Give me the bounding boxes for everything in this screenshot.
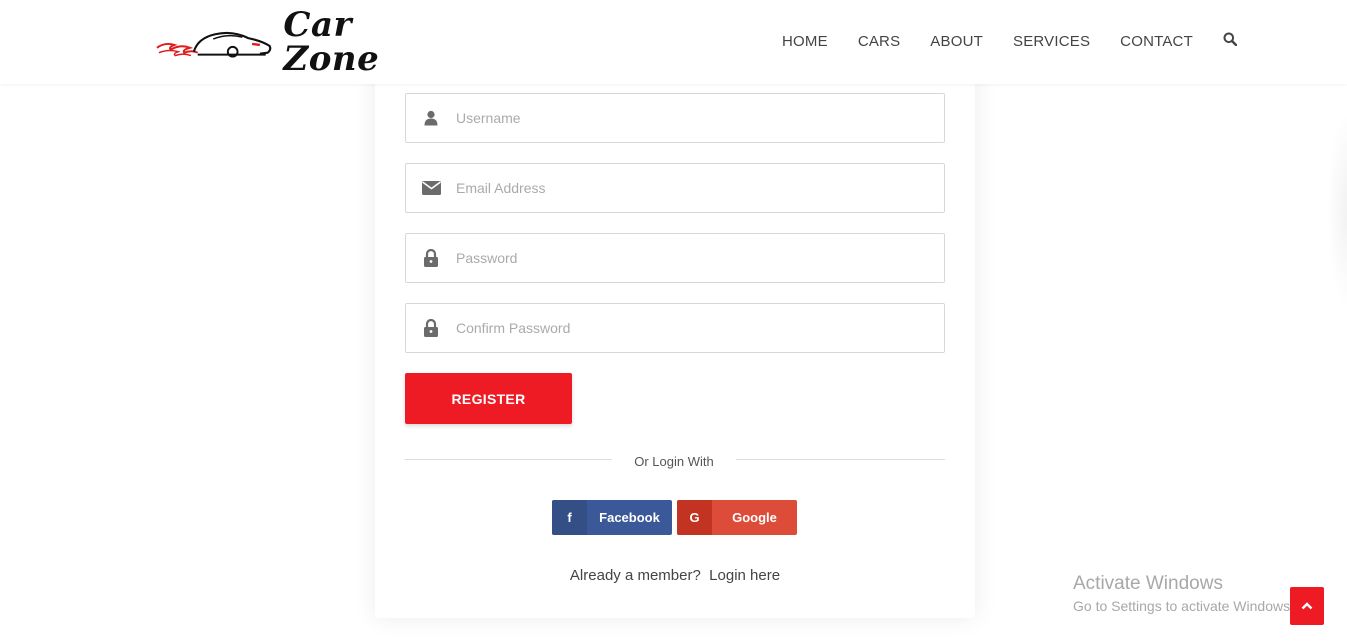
google-icon: G — [677, 500, 712, 535]
nav-home[interactable]: HOME — [782, 33, 828, 50]
lock-icon — [406, 304, 456, 352]
main-nav: HOME CARS ABOUT SERVICES CONTACT — [782, 31, 1238, 51]
register-button[interactable]: REGISTER — [405, 373, 572, 424]
password-input[interactable] — [456, 235, 944, 281]
activate-windows-watermark: Activate Windows Go to Settings to activ… — [1073, 573, 1294, 614]
username-field[interactable] — [405, 93, 945, 143]
password-field[interactable] — [405, 233, 945, 283]
facebook-icon: f — [552, 500, 587, 535]
nav-cars[interactable]: CARS — [858, 33, 900, 50]
nav-about[interactable]: ABOUT — [930, 33, 983, 50]
nav-services[interactable]: SERVICES — [1013, 33, 1090, 50]
car-flame-logo-icon — [156, 31, 272, 58]
brand-name: Car Zone — [283, 5, 380, 79]
brand-logo[interactable]: Car Zone — [155, 8, 455, 76]
edge-shadow — [1327, 110, 1347, 310]
or-login-with-label: Or Login With — [634, 454, 714, 469]
google-login-button[interactable]: G Google — [677, 500, 797, 535]
divider-right — [736, 459, 945, 460]
facebook-login-button[interactable]: f Facebook — [552, 500, 672, 535]
login-here-link[interactable]: Login here — [709, 567, 780, 584]
user-icon — [406, 94, 456, 142]
nav-contact[interactable]: CONTACT — [1120, 33, 1193, 50]
site-header: Car Zone HOME CARS ABOUT SERVICES CONTAC… — [0, 0, 1347, 84]
email-field[interactable] — [405, 163, 945, 213]
envelope-icon — [406, 164, 456, 212]
username-input[interactable] — [456, 95, 944, 141]
chevron-up-icon — [1301, 602, 1313, 610]
lock-icon — [406, 234, 456, 282]
watermark-subtitle: Go to Settings to activate Windows. — [1073, 598, 1294, 614]
search-icon[interactable] — [1223, 32, 1238, 51]
facebook-label: Facebook — [599, 510, 660, 525]
divider-left — [405, 459, 612, 460]
confirm-password-field[interactable] — [405, 303, 945, 353]
already-member-prefix: Already a member? — [569, 567, 701, 584]
scroll-to-top-button[interactable] — [1290, 587, 1324, 625]
google-label: Google — [732, 510, 777, 525]
watermark-title: Activate Windows — [1073, 573, 1223, 594]
confirm-password-input[interactable] — [456, 305, 944, 351]
already-member-text: Already a member? Login here — [375, 567, 975, 584]
email-input[interactable] — [456, 165, 944, 211]
